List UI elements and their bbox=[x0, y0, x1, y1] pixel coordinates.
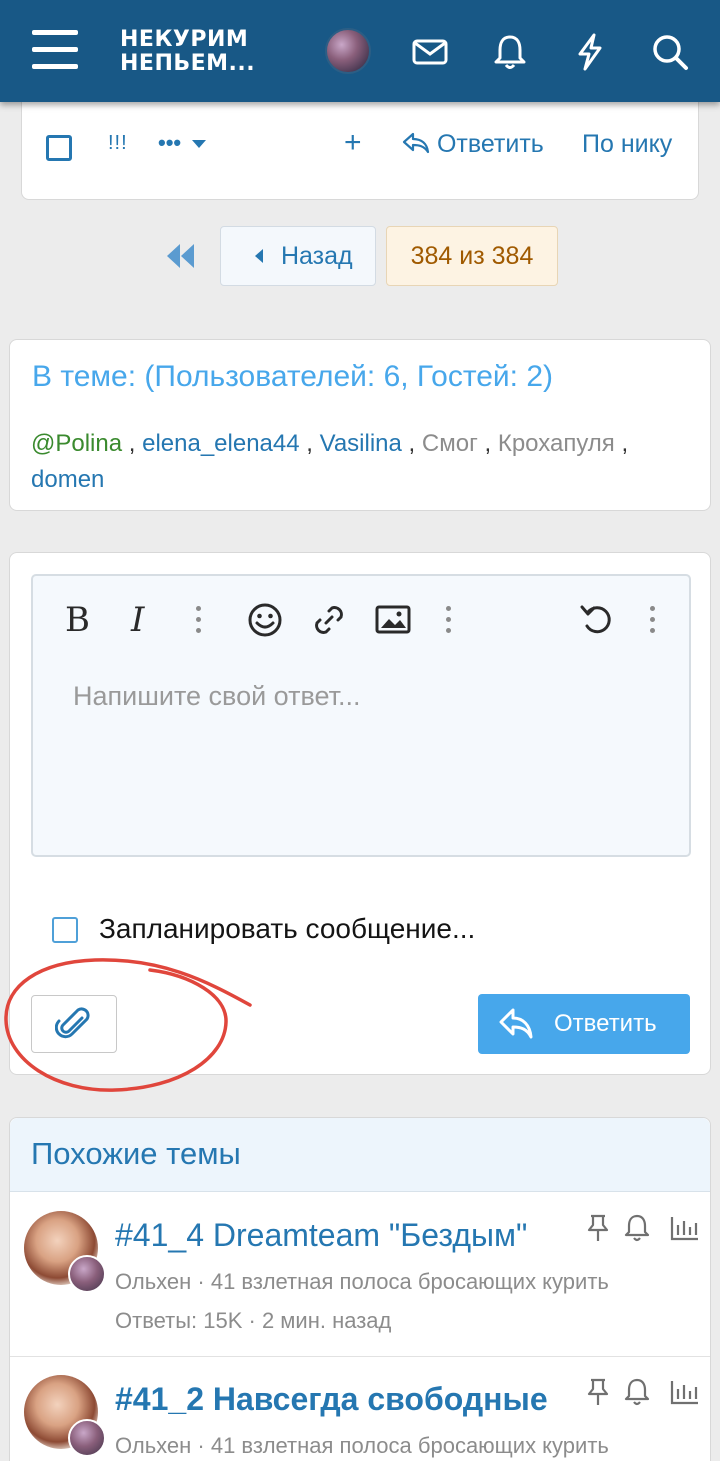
online-users-list: @Polina , elena_elena44 , Vasilina , Смо… bbox=[31, 426, 691, 498]
user-link[interactable]: Vasilina bbox=[320, 430, 402, 457]
reply-link[interactable]: Ответить bbox=[402, 130, 544, 159]
separator: , bbox=[299, 430, 320, 457]
thread-status-icons bbox=[587, 1378, 698, 1406]
reply-icon bbox=[402, 132, 430, 154]
similar-threads-header: Похожие темы bbox=[10, 1118, 710, 1192]
thread-title[interactable]: #41_2 Навсегда свободные bbox=[115, 1381, 548, 1418]
submit-reply-label: Ответить bbox=[554, 1010, 657, 1037]
first-page-icon[interactable] bbox=[165, 242, 197, 270]
stats-icon bbox=[670, 1381, 698, 1405]
lightning-icon[interactable] bbox=[570, 32, 610, 72]
online-users-title: В теме: (Пользователей: 6, Гостей: 2) bbox=[32, 360, 554, 393]
bell-icon bbox=[624, 1214, 650, 1242]
add-button[interactable]: + bbox=[344, 126, 362, 160]
user-link[interactable]: Крохапуля bbox=[498, 430, 615, 457]
more-menu-button[interactable]: ••• bbox=[158, 130, 207, 156]
bold-button[interactable]: B bbox=[65, 600, 90, 640]
last-poster-avatar[interactable] bbox=[68, 1419, 106, 1457]
editor-placeholder: Напишите свой ответ... bbox=[73, 681, 361, 711]
back-label: Назад bbox=[281, 242, 353, 270]
thread-meta: Ответы: 15K · 2 мин. назад bbox=[115, 1308, 392, 1333]
last-poster-avatar[interactable] bbox=[68, 1255, 106, 1293]
separator: , bbox=[477, 430, 498, 457]
italic-button[interactable]: I bbox=[131, 600, 144, 640]
search-icon[interactable] bbox=[650, 32, 690, 72]
thread-status-icons bbox=[587, 1214, 698, 1242]
separator: , bbox=[401, 430, 422, 457]
image-icon[interactable] bbox=[375, 604, 411, 636]
chevron-down-icon bbox=[192, 140, 207, 149]
bell-icon bbox=[624, 1378, 650, 1406]
more-insert-icon[interactable] bbox=[446, 606, 452, 639]
submit-reply-button[interactable]: Ответить bbox=[478, 994, 690, 1054]
reply-icon bbox=[499, 1008, 533, 1039]
user-link[interactable]: Смог bbox=[422, 430, 478, 457]
more-dots: ••• bbox=[158, 130, 182, 155]
by-nick-link[interactable]: По нику bbox=[582, 130, 672, 159]
online-users-block: В теме: (Пользователей: 6, Гостей: 2) @P… bbox=[9, 339, 711, 511]
more-options-icon[interactable] bbox=[650, 606, 656, 639]
stats-icon bbox=[670, 1217, 698, 1241]
undo-icon[interactable] bbox=[579, 602, 615, 638]
user-link[interactable]: domen bbox=[31, 466, 104, 493]
emoji-icon[interactable] bbox=[247, 602, 283, 638]
logo-line-1: НЕКУРИМ bbox=[120, 27, 249, 52]
post-toolbar: !!! ••• + Ответить По нику bbox=[21, 90, 699, 200]
triangle-left-icon bbox=[255, 249, 263, 263]
select-all-checkbox[interactable] bbox=[46, 135, 72, 161]
schedule-checkbox[interactable] bbox=[52, 917, 78, 943]
top-header: НЕКУРИМ НЕПЬЕМ... bbox=[0, 0, 720, 102]
mail-icon[interactable] bbox=[410, 32, 450, 72]
separator: , bbox=[122, 430, 143, 457]
thread-item[interactable]: #41_4 Dreamteam "Бездым" Ольхен · 41 взл… bbox=[10, 1193, 710, 1357]
reply-link-label: Ответить bbox=[436, 130, 544, 158]
reply-editor[interactable]: B I Напишите свой ответ... bbox=[31, 574, 691, 857]
similar-threads-title: Похожие темы bbox=[31, 1136, 241, 1171]
site-logo[interactable]: НЕКУРИМ НЕПЬЕМ... bbox=[120, 28, 255, 76]
back-page-button[interactable]: Назад bbox=[220, 226, 376, 286]
thread-item[interactable]: #41_2 Навсегда свободные Ольхен · 41 взл… bbox=[10, 1357, 710, 1461]
thread-title[interactable]: #41_4 Dreamteam "Бездым" bbox=[115, 1217, 527, 1254]
menu-icon[interactable] bbox=[32, 30, 78, 72]
logo-line-2: НЕПЬЕМ... bbox=[120, 51, 256, 76]
link-icon[interactable] bbox=[311, 602, 347, 638]
thread-subtitle: Ольхен · 41 взлетная полоса бросающих ку… bbox=[115, 1433, 609, 1458]
user-link[interactable]: @Polina bbox=[31, 430, 122, 457]
more-format-icon[interactable] bbox=[196, 606, 202, 639]
schedule-label[interactable]: Запланировать сообщение... bbox=[99, 913, 475, 945]
separator: , bbox=[614, 430, 629, 457]
similar-threads-block: Похожие темы #41_4 Dreamteam "Бездым" Ол… bbox=[9, 1117, 711, 1461]
red-circle-annotation bbox=[4, 958, 252, 1092]
bell-icon[interactable] bbox=[490, 32, 530, 72]
exclaim-button[interactable]: !!! bbox=[108, 132, 128, 155]
page-indicator[interactable]: 384 из 384 bbox=[386, 226, 558, 286]
thread-subtitle: Ольхен · 41 взлетная полоса бросающих ку… bbox=[115, 1269, 609, 1294]
pin-icon bbox=[587, 1378, 609, 1405]
user-avatar[interactable] bbox=[325, 28, 371, 74]
user-link[interactable]: elena_elena44 bbox=[142, 430, 300, 457]
pin-icon bbox=[587, 1214, 609, 1241]
